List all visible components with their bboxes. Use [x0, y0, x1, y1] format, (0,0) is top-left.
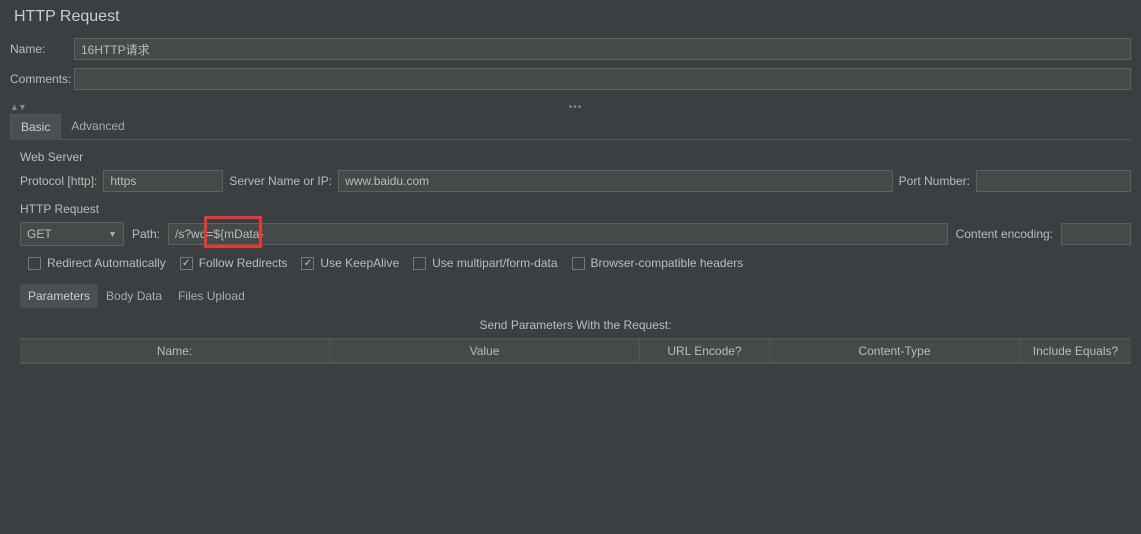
comments-input[interactable]	[74, 68, 1131, 90]
keepalive-checkbox[interactable]: Use KeepAlive	[301, 256, 399, 270]
port-label: Port Number:	[899, 174, 970, 188]
panel-divider[interactable]: ▲▼ •••	[10, 100, 1141, 114]
multipart-label: Use multipart/form-data	[432, 256, 557, 270]
method-select[interactable]: GET ▼	[20, 222, 124, 246]
keepalive-label: Use KeepAlive	[320, 256, 399, 270]
col-header-ctype[interactable]: Content-Type	[770, 340, 1020, 362]
protocol-input[interactable]	[103, 170, 223, 192]
follow-redirects-label: Follow Redirects	[199, 256, 288, 270]
browser-compat-label: Browser-compatible headers	[591, 256, 744, 270]
name-input[interactable]	[74, 38, 1131, 60]
checkbox-icon	[28, 257, 41, 270]
path-input[interactable]	[168, 223, 948, 245]
follow-redirects-checkbox[interactable]: Follow Redirects	[180, 256, 288, 270]
col-header-encode[interactable]: URL Encode?	[640, 340, 770, 362]
comments-label: Comments:	[10, 72, 74, 86]
content-encoding-label: Content encoding:	[956, 227, 1053, 241]
multipart-checkbox[interactable]: Use multipart/form-data	[413, 256, 557, 270]
port-input[interactable]	[976, 170, 1131, 192]
tab-basic[interactable]: Basic	[10, 114, 61, 140]
server-name-input[interactable]	[338, 170, 893, 192]
subtab-files-upload[interactable]: Files Upload	[170, 284, 253, 308]
redirect-auto-label: Redirect Automatically	[47, 256, 166, 270]
http-request-section-label: HTTP Request	[20, 202, 1131, 216]
collapse-icon: ▲▼	[10, 102, 26, 112]
col-header-equals[interactable]: Include Equals?	[1020, 340, 1131, 362]
checkbox-checked-icon	[180, 257, 193, 270]
params-title: Send Parameters With the Request:	[20, 314, 1131, 338]
checkbox-icon	[413, 257, 426, 270]
protocol-label: Protocol [http]:	[20, 174, 97, 188]
browser-compat-checkbox[interactable]: Browser-compatible headers	[572, 256, 744, 270]
page-title: HTTP Request	[10, 0, 1141, 38]
drag-dots-icon: •••	[569, 102, 583, 113]
server-name-label: Server Name or IP:	[229, 174, 332, 188]
path-label: Path:	[132, 227, 160, 241]
params-table-header: Name: Value URL Encode? Content-Type Inc…	[20, 339, 1131, 363]
checkbox-icon	[572, 257, 585, 270]
method-value: GET	[27, 227, 52, 241]
chevron-down-icon: ▼	[108, 229, 117, 239]
redirect-auto-checkbox[interactable]: Redirect Automatically	[28, 256, 166, 270]
col-header-value[interactable]: Value	[330, 340, 640, 362]
col-header-name[interactable]: Name:	[20, 340, 330, 362]
name-label: Name:	[10, 42, 74, 56]
webserver-section-label: Web Server	[20, 150, 1131, 164]
subtab-parameters[interactable]: Parameters	[20, 284, 98, 308]
params-table: Name: Value URL Encode? Content-Type Inc…	[20, 338, 1131, 364]
content-encoding-input[interactable]	[1061, 223, 1131, 245]
checkbox-checked-icon	[301, 257, 314, 270]
tab-advanced[interactable]: Advanced	[61, 114, 134, 139]
main-tabs: Basic Advanced	[10, 114, 1131, 140]
subtab-body-data[interactable]: Body Data	[98, 284, 170, 308]
request-subtabs: Parameters Body Data Files Upload	[20, 284, 1131, 308]
